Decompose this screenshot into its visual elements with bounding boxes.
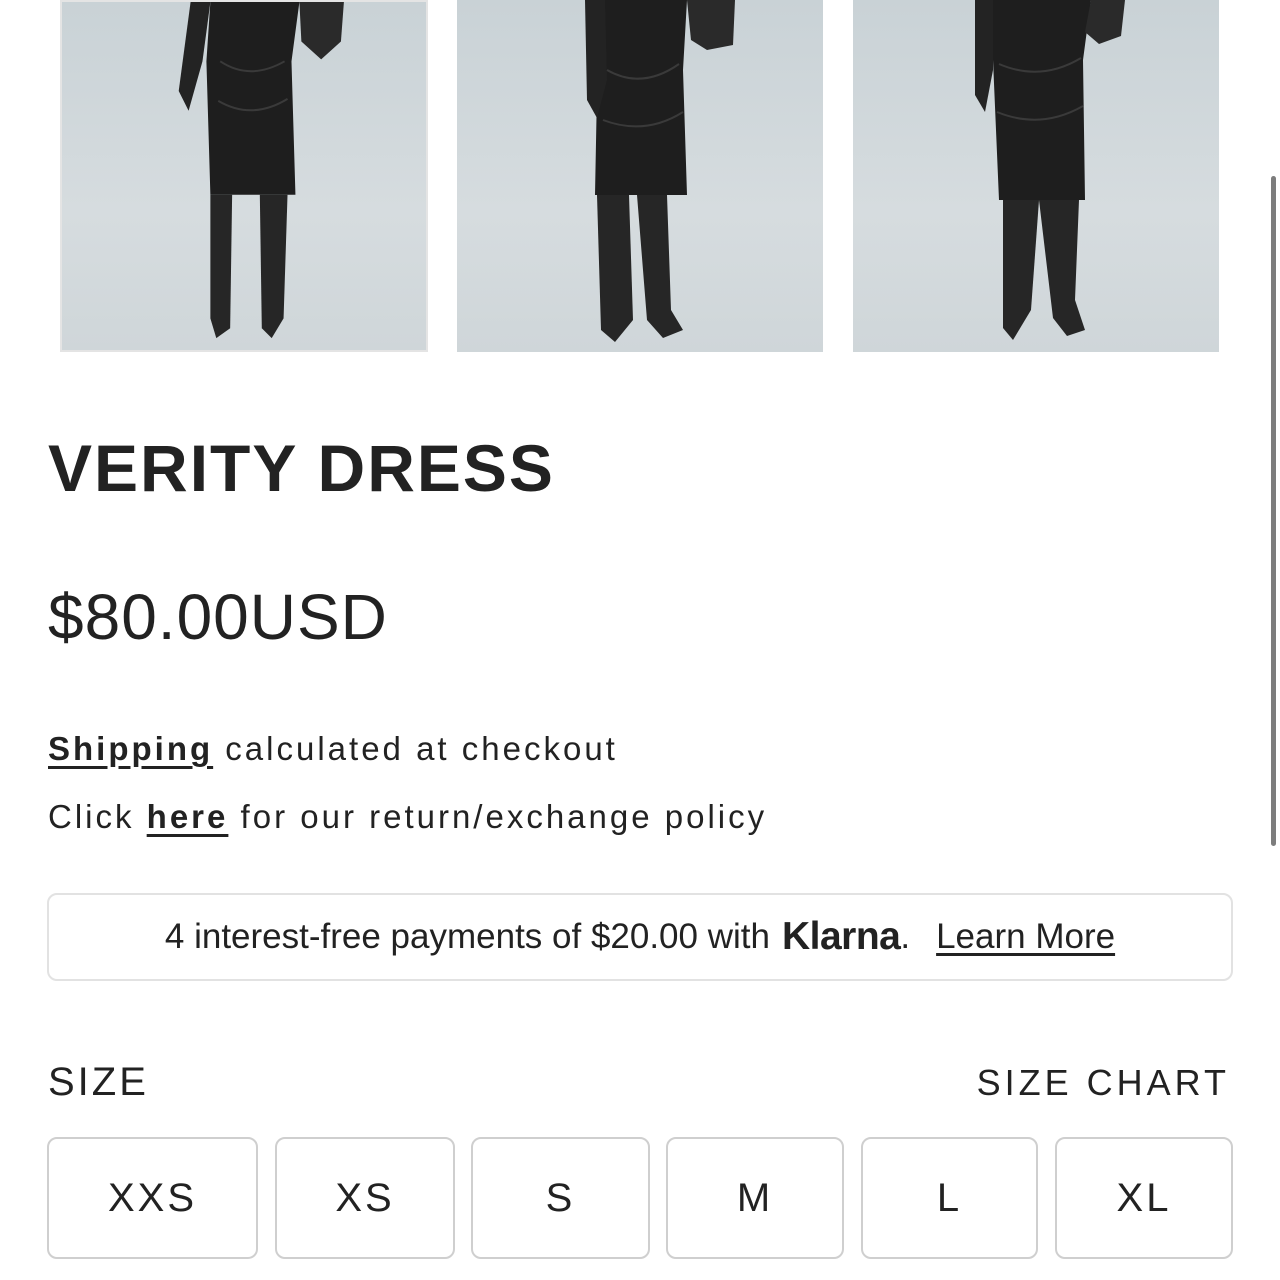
size-option-s[interactable]: S xyxy=(471,1137,650,1259)
size-option-xxs[interactable]: XXS xyxy=(47,1137,258,1259)
model-photo-icon xyxy=(585,0,735,342)
klarna-banner: 4 interest-free payments of $20.00 with … xyxy=(47,893,1233,981)
product-thumbnail-2[interactable] xyxy=(457,0,823,352)
policy-suffix: for our return/exchange policy xyxy=(228,798,768,835)
size-option-xl[interactable]: XL xyxy=(1055,1137,1233,1259)
klarna-logo-dot: . xyxy=(900,917,911,956)
model-photo-icon xyxy=(975,0,1125,340)
return-policy-link[interactable]: here xyxy=(147,798,229,835)
size-option-l[interactable]: L xyxy=(861,1137,1038,1259)
page-scrollbar[interactable] xyxy=(1271,176,1276,846)
return-policy-info: Click here for our return/exchange polic… xyxy=(48,798,767,836)
size-option-m[interactable]: M xyxy=(666,1137,844,1259)
size-selector: XXS XS S M L XL xyxy=(0,1137,1280,1261)
shipping-text: calculated at checkout xyxy=(213,730,618,767)
klarna-logo: Klarna xyxy=(781,915,901,958)
policy-prefix: Click xyxy=(48,798,147,835)
shipping-info: Shipping calculated at checkout xyxy=(48,730,618,768)
model-photo-icon xyxy=(178,2,344,339)
klarna-learn-more-link[interactable]: Learn More xyxy=(936,917,1115,957)
shipping-link[interactable]: Shipping xyxy=(48,730,213,767)
product-title: VERITY DRESS xyxy=(48,431,555,505)
size-option-xs[interactable]: XS xyxy=(275,1137,455,1259)
product-thumbnail-3[interactable] xyxy=(853,0,1219,352)
size-chart-link[interactable]: SIZE CHART xyxy=(977,1062,1230,1104)
product-price: $80.00USD xyxy=(48,581,388,653)
klarna-text: 4 interest-free payments of $20.00 with xyxy=(164,917,770,956)
product-thumbnail-1[interactable] xyxy=(60,0,428,352)
size-label: SIZE xyxy=(48,1060,149,1104)
product-image-gallery xyxy=(0,0,1280,360)
